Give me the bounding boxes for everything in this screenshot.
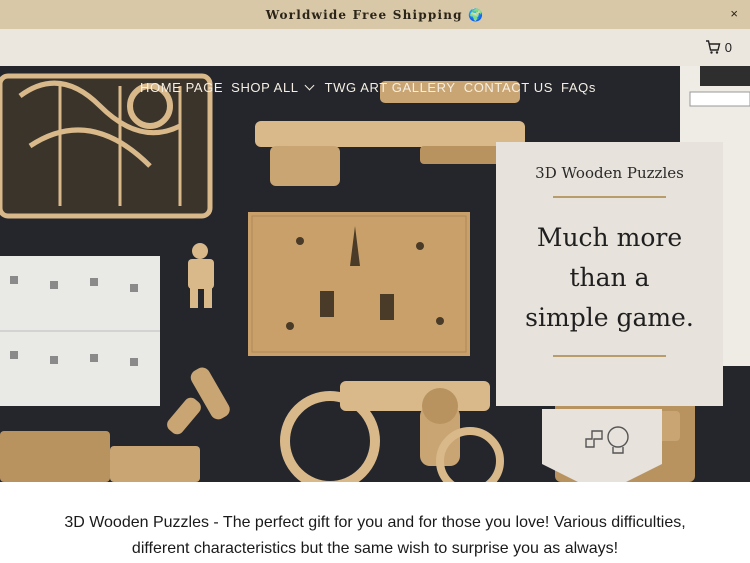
nav-item-contact[interactable]: CONTACT US: [464, 80, 553, 95]
promo-headline: Much more than a simple game.: [496, 218, 723, 338]
nav-item-art-gallery[interactable]: TWG ART GALLERY: [325, 80, 456, 95]
hero-banner: HOME PAGE SHOP ALL TWG ART GALLERY CONTA…: [0, 66, 750, 482]
cart-button[interactable]: 0: [705, 39, 732, 55]
promo-headline-line-1: Much more: [536, 223, 683, 252]
close-icon[interactable]: ×: [730, 7, 738, 21]
tagline: 3D Wooden Puzzles - The perfect gift for…: [0, 510, 750, 562]
promo-subtitle: 3D Wooden Puzzles: [535, 164, 684, 182]
marble-run-model: [0, 73, 213, 219]
site-header: 0: [0, 29, 750, 66]
nav-item-shop-all[interactable]: SHOP ALL: [231, 80, 316, 95]
tagline-line-1: 3D Wooden Puzzles - The perfect gift for…: [64, 514, 686, 531]
cart-icon: [705, 40, 721, 54]
nav-item-faqs[interactable]: FAQs: [561, 80, 596, 95]
site-logo[interactable]: [30, 72, 120, 90]
cart-count: 0: [724, 39, 732, 55]
woodgiant-badge: [542, 409, 662, 482]
promo-card: 3D Wooden Puzzles Much more than a simpl…: [496, 142, 723, 406]
promo-divider-top: [553, 196, 666, 198]
main-nav: HOME PAGE SHOP ALL TWG ART GALLERY CONTA…: [140, 80, 596, 95]
instruction-sheets: [0, 256, 160, 406]
announcement-bar: Worldwide Free Shipping 🌍 ×: [0, 0, 750, 29]
nav-item-shop-all-label: SHOP ALL: [231, 80, 299, 95]
announcement-text: Worldwide Free Shipping 🌍: [265, 7, 485, 22]
chevron-down-icon: [304, 80, 315, 91]
promo-headline-line-3: simple game.: [525, 303, 694, 332]
promo-divider-bottom: [553, 355, 666, 357]
nav-item-home[interactable]: HOME PAGE: [140, 80, 223, 95]
puzzle-box: [248, 212, 470, 356]
promo-headline-line-2: than a: [569, 263, 650, 292]
tagline-line-2: different characteristics but the same w…: [131, 540, 619, 557]
